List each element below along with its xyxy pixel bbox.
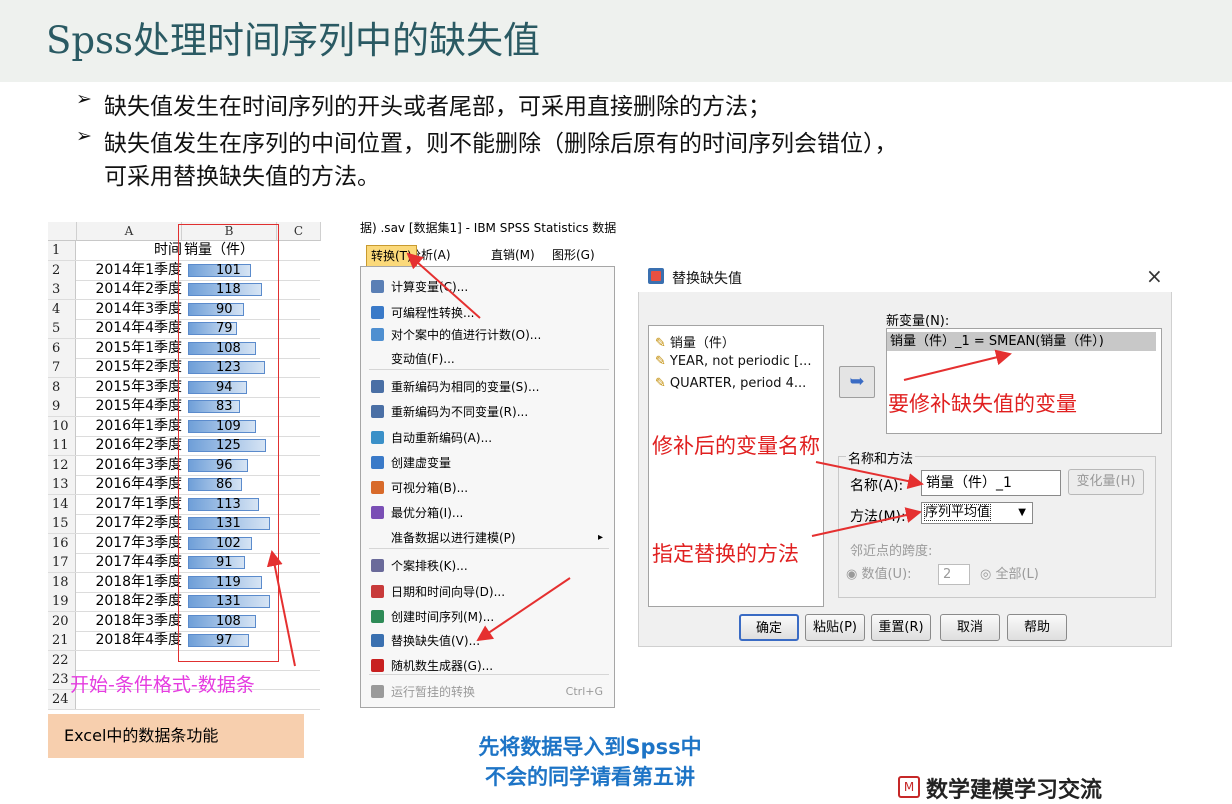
logo-icon: M [898,776,920,798]
arrow-new-variable [903,349,1012,381]
watermark-text: 数学建模学习交流 [926,778,1103,803]
arrow-transform-menu [406,252,481,319]
arrow-name [815,461,924,489]
arrow-excel [266,550,296,667]
annotation-arrows [266,252,1012,667]
arrow-replace-missing [476,577,571,642]
import-caption: 先将数据导入到Spss中 不会的同学请看第五讲 [478,735,702,789]
arrow-method [811,507,922,537]
